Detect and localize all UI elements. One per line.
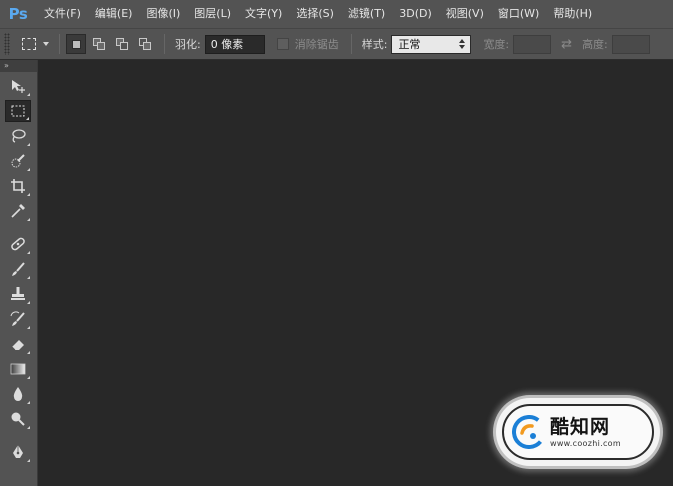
submenu-corner	[26, 117, 29, 120]
menu-view[interactable]: 视图(V)	[439, 3, 491, 25]
history-brush-tool[interactable]	[5, 308, 31, 330]
chevron-down-icon	[43, 42, 49, 46]
add-selection-icon	[93, 38, 105, 50]
subtract-selection-icon	[116, 38, 128, 50]
brush-icon	[12, 262, 25, 276]
tool-group-gap	[0, 222, 37, 230]
style-select[interactable]: 正常	[391, 34, 472, 54]
dodge-tool[interactable]	[5, 408, 31, 430]
menu-window[interactable]: 窗口(W)	[491, 3, 546, 25]
pen-tool[interactable]	[5, 441, 31, 463]
menu-help[interactable]: 帮助(H)	[546, 3, 599, 25]
eraser-tool[interactable]	[5, 333, 31, 355]
watermark-text: 酷知网 www.coozhi.com	[550, 416, 621, 448]
pen-icon	[13, 445, 23, 458]
intersect-selection-icon	[139, 38, 151, 50]
eraser-icon	[11, 340, 24, 351]
updown-arrows-icon	[459, 38, 466, 50]
menu-file[interactable]: 文件(F)	[44, 3, 88, 25]
lasso-tool[interactable]	[5, 125, 31, 147]
submenu-corner	[27, 426, 30, 429]
swap-arrows-icon[interactable]: ⇄	[561, 37, 572, 52]
submenu-corner	[27, 376, 30, 379]
menu-image[interactable]: 图像(I)	[139, 3, 187, 25]
photoshop-window: Ps 文件(F) 编辑(E) 图像(I) 图层(L) 文字(Y) 选择(S) 滤…	[0, 0, 673, 486]
rect-marquee-icon	[11, 105, 25, 117]
gradient-icon	[10, 363, 26, 375]
width-label: 宽度:	[483, 38, 510, 51]
history-brush-icon	[10, 311, 25, 326]
move-tool[interactable]	[5, 75, 31, 97]
rectangular-marquee-tool[interactable]	[5, 100, 31, 122]
spot-healing-brush-tool[interactable]	[5, 233, 31, 255]
brush-tool[interactable]	[5, 258, 31, 280]
clone-stamp-tool[interactable]	[5, 283, 31, 305]
submenu-corner	[27, 276, 30, 279]
divider	[164, 34, 165, 54]
submenu-corner	[27, 93, 30, 96]
watermark-inner: 酷知网 www.coozhi.com	[502, 404, 654, 460]
antialias-label: 消除锯齿	[294, 38, 339, 51]
watermark-title: 酷知网	[550, 416, 611, 438]
crop-icon	[11, 179, 25, 193]
width-input[interactable]	[513, 34, 552, 54]
submenu-corner	[27, 143, 30, 146]
watermark-url: www.coozhi.com	[550, 439, 621, 448]
divider	[350, 34, 352, 54]
eyedropper-tool[interactable]	[5, 200, 31, 222]
quick-selection-icon	[11, 154, 25, 168]
gradient-tool[interactable]	[5, 358, 31, 380]
submenu-corner	[27, 326, 30, 329]
style-label: 样式:	[361, 38, 388, 51]
tool-preset-picker[interactable]	[22, 38, 49, 50]
submenu-corner	[27, 168, 30, 171]
stamp-icon	[11, 287, 25, 300]
new-selection-icon	[71, 39, 81, 49]
rect-marquee-icon	[22, 38, 36, 50]
submenu-corner	[27, 351, 30, 354]
ps-logo: Ps	[8, 5, 28, 23]
options-grip[interactable]	[4, 33, 10, 55]
intersect-selection-button[interactable]	[135, 34, 155, 54]
submenu-corner	[27, 301, 30, 304]
blur-tool[interactable]	[5, 383, 31, 405]
height-label: 高度:	[582, 38, 608, 51]
tool-group-gap	[0, 430, 37, 438]
height-input[interactable]	[611, 34, 650, 54]
eyedropper-icon	[11, 204, 25, 218]
coozhi-logo-icon	[512, 415, 546, 449]
add-to-selection-button[interactable]	[89, 34, 109, 54]
menu-edit[interactable]: 编辑(E)	[88, 3, 140, 25]
move-icon	[12, 80, 25, 93]
submenu-corner	[27, 251, 30, 254]
lasso-icon	[12, 129, 26, 143]
toolbar-collapse-button[interactable]: »	[0, 60, 37, 72]
submenu-corner	[27, 193, 30, 196]
water-drop-icon	[13, 387, 23, 401]
menu-select[interactable]: 选择(S)	[289, 3, 341, 25]
submenu-corner	[27, 401, 30, 404]
menu-filter[interactable]: 滤镜(T)	[341, 3, 392, 25]
submenu-corner	[27, 218, 30, 221]
options-bar: 羽化: 0 像素 消除锯齿 样式: 正常 宽度: ⇄ 高度:	[0, 28, 673, 60]
bandage-icon	[11, 237, 25, 251]
antialias-checkbox[interactable]	[276, 38, 289, 50]
divider	[59, 34, 60, 54]
new-selection-button[interactable]	[66, 34, 86, 54]
feather-input[interactable]: 0 像素	[204, 34, 265, 54]
menu-3d[interactable]: 3D(D)	[392, 3, 439, 25]
menu-layer[interactable]: 图层(L)	[187, 3, 238, 25]
quick-selection-tool[interactable]	[5, 150, 31, 172]
crop-tool[interactable]	[5, 175, 31, 197]
dodge-icon	[11, 412, 25, 426]
menu-bar: Ps 文件(F) 编辑(E) 图像(I) 图层(L) 文字(Y) 选择(S) 滤…	[0, 0, 673, 28]
tools-panel: »	[0, 60, 38, 486]
submenu-corner	[27, 459, 30, 462]
menu-type[interactable]: 文字(Y)	[238, 3, 289, 25]
watermark-badge: 酷知网 www.coozhi.com	[496, 398, 660, 466]
style-select-value: 正常	[398, 37, 421, 51]
feather-label: 羽化:	[175, 38, 201, 51]
subtract-from-selection-button[interactable]	[112, 34, 132, 54]
